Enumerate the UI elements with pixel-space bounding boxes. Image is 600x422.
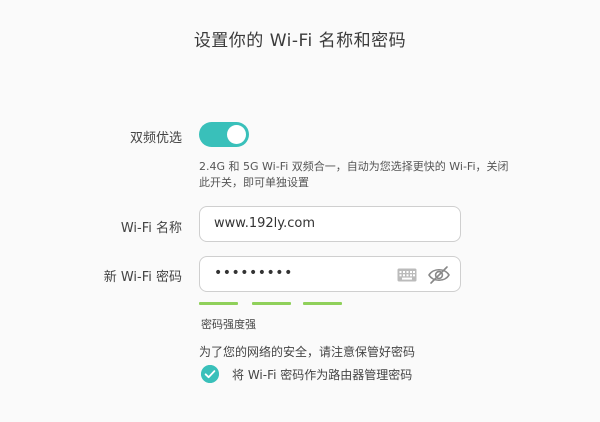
strength-segment-2 [252,302,291,305]
page-title: 设置你的 Wi-Fi 名称和密码 [193,31,407,51]
wifi-password-value: ••••••••• [214,265,293,281]
keyboard-icon[interactable] [397,268,417,282]
wifi-password-label: 新 Wi-Fi 密码 [103,270,182,285]
strength-segment-3 [303,302,342,305]
dual-band-label: 双频优选 [129,131,182,146]
wifi-name-label: Wi-Fi 名称 [120,221,182,236]
admin-password-label: 将 Wi-Fi 密码作为路由器管理密码 [232,368,413,382]
wifi-setup-page: 设置你的 Wi-Fi 名称和密码 双频优选 2.4G 和 5G Wi-Fi 双频… [0,0,600,422]
dual-band-toggle[interactable] [199,122,249,147]
safety-note: 为了您的网络的安全，请注意保管好密码 [199,345,416,359]
wifi-name-input[interactable]: www.192ly.com [199,206,461,242]
wifi-name-value: www.192ly.com [214,216,315,231]
checkmark-icon[interactable] [201,365,219,383]
toggle-knob [227,125,246,144]
wifi-password-input[interactable]: ••••••••• [199,256,461,292]
dual-band-hint: 2.4G 和 5G Wi-Fi 双频合一，自动为您选择更快的 Wi-Fi，关闭此… [199,160,509,189]
strength-segment-1 [199,302,238,305]
eye-hidden-icon[interactable] [427,264,451,286]
strength-label: 密码强度强 [201,318,256,331]
